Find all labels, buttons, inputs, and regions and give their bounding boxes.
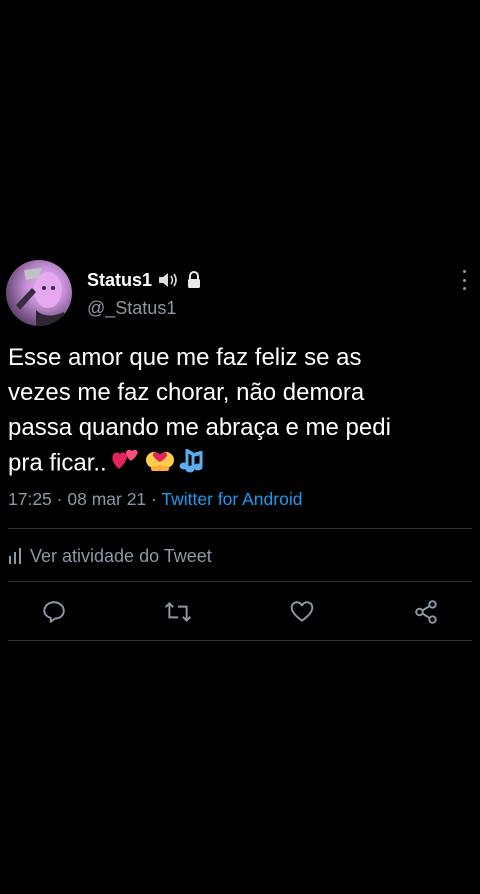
tweet-text-line: vezes me faz chorar, não demora (8, 379, 365, 406)
tweet-text: Esse amor que me faz feliz se as vezes m… (8, 340, 458, 483)
share-icon[interactable] (408, 594, 444, 630)
music-notes-icon (179, 445, 209, 483)
tweet-detail: Status1 @_Status1 Esse amor que me faz f… (0, 0, 480, 894)
divider (8, 528, 472, 529)
tweet-header: Status1 @_Status1 (6, 260, 480, 326)
view-tweet-activity-label: Ver atividade do Tweet (30, 545, 212, 566)
like-icon[interactable] (284, 594, 320, 630)
two-hearts-icon (109, 445, 141, 483)
meta-separator: · (151, 489, 157, 509)
retweet-icon[interactable] (160, 594, 196, 630)
tweet-text-last-line: pra ficar.. (8, 445, 458, 483)
lock-icon (186, 271, 202, 289)
divider (8, 640, 472, 641)
username-handle[interactable]: @_Status1 (87, 298, 176, 319)
name-row: Status1 (87, 268, 202, 292)
tweet-time: 17:25 (8, 489, 52, 509)
tweet-text-line: Esse amor que me faz feliz se as (8, 344, 362, 371)
display-name[interactable]: Status1 (87, 270, 152, 291)
bar-chart-icon (8, 548, 22, 564)
avatar[interactable] (6, 260, 72, 326)
more-options-icon[interactable] (458, 270, 470, 290)
couple-hearts-icon (143, 445, 177, 483)
reply-icon[interactable] (36, 594, 72, 630)
meta-separator: · (56, 489, 63, 509)
divider (8, 581, 472, 582)
tweet-actions (0, 594, 480, 630)
tweet-meta: 17:25 · 08 mar 21 · Twitter for Android (8, 489, 302, 510)
tweet-source-link[interactable]: Twitter for Android (161, 489, 302, 509)
tweet-text-line: pra ficar.. (8, 449, 107, 477)
tweet-text-line: passa quando me abraça e me pedi (8, 414, 391, 441)
view-tweet-activity[interactable]: Ver atividade do Tweet (8, 544, 212, 568)
avatar-image (16, 268, 66, 326)
speaker-icon (158, 271, 180, 289)
tweet-date: 08 mar 21 (67, 489, 147, 509)
